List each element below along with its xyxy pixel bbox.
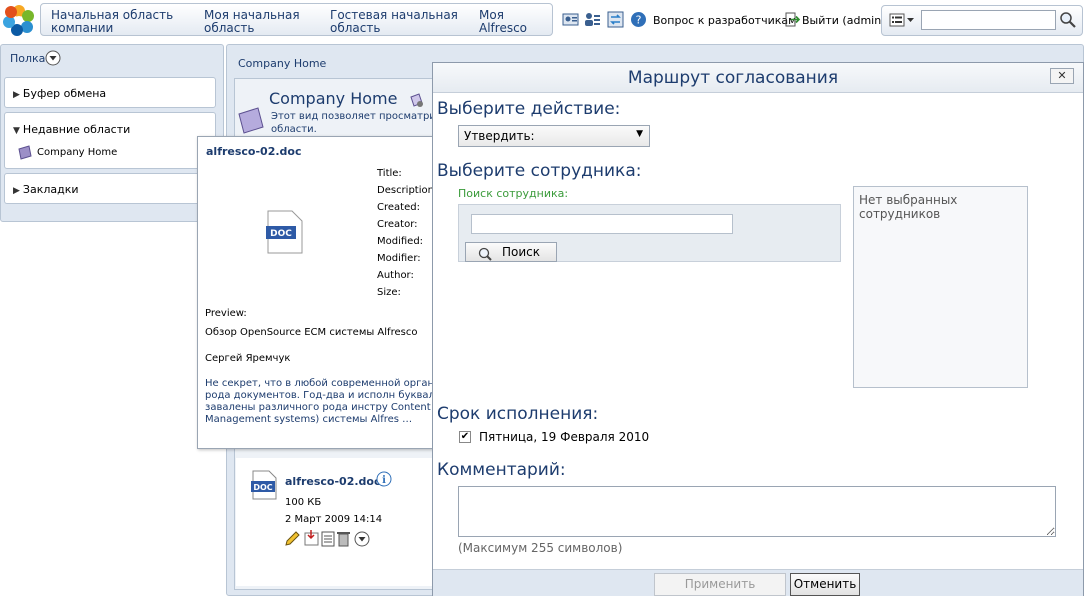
close-button[interactable]: ✕ <box>1050 68 1074 84</box>
logout-link[interactable]: Выйти (admin) <box>802 14 885 27</box>
employee-search-button-label: Поиск <box>502 245 541 259</box>
preview-title: Обзор OpenSource ECM системы Alfresco <box>205 327 418 338</box>
comment-heading: Комментарий: <box>437 460 566 480</box>
employee-search-button[interactable]: Поиск <box>465 242 557 262</box>
doc-file-icon[interactable]: DOC <box>249 470 279 500</box>
preview-label: Preview: <box>205 308 247 319</box>
space-description: Этот вид позволяет просматри области. <box>271 111 436 135</box>
document-preview-popup: alfresco-02.doc DOC Title: Description: … <box>197 136 437 449</box>
action-select[interactable]: Утвердить: ▼ <box>458 125 650 147</box>
due-date-value[interactable]: Пятница, 19 Февраля 2010 <box>479 430 649 444</box>
users-icon[interactable] <box>584 11 601 28</box>
help-icon[interactable]: ? <box>630 11 647 28</box>
alfresco-logo-icon[interactable] <box>2 3 36 37</box>
nav-guest-home[interactable]: Гостевая начальная область <box>330 9 470 35</box>
info-icon[interactable]: i <box>376 471 392 487</box>
checkout-icon[interactable] <box>304 530 319 546</box>
expand-triangle-icon[interactable]: ▶ <box>13 90 20 100</box>
delete-icon[interactable] <box>337 532 350 547</box>
chevron-down-icon[interactable] <box>45 50 61 66</box>
document-date: 2 Март 2009 14:14 <box>285 514 383 525</box>
recent-item-company-home[interactable]: Company Home <box>37 147 117 158</box>
user-profile-icon[interactable] <box>562 11 579 28</box>
dialog-title: Маршрут согласования <box>627 68 839 88</box>
properties-icon[interactable] <box>321 531 335 547</box>
employee-heading: Выберите сотрудника: <box>437 161 642 181</box>
employee-search-label: Поиск сотрудника: <box>458 187 569 200</box>
meta-author-label: Author: <box>377 270 414 281</box>
edit-icon[interactable] <box>285 531 300 546</box>
meta-created-label: Created: <box>377 202 420 213</box>
due-date-checkbox[interactable]: ✔ <box>459 431 471 443</box>
popup-filename: alfresco-02.doc <box>206 145 302 158</box>
action-heading: Выберите действие: <box>437 99 621 119</box>
page-title: Company Home <box>269 89 398 108</box>
shelf-title: Полка <box>10 52 46 65</box>
comment-hint: (Максимум 255 символов) <box>458 541 623 555</box>
due-date-heading: Срок исполнения: <box>437 404 599 424</box>
meta-description-label: Description: <box>377 185 437 196</box>
dropdown-arrow-icon: ▼ <box>636 129 643 139</box>
svg-text:DOC: DOC <box>270 229 292 239</box>
nav-my-home[interactable]: Моя начальная область <box>204 9 314 35</box>
logout-icon[interactable] <box>785 12 801 28</box>
help-link[interactable]: Вопрос к разработчикам <box>653 14 796 27</box>
shelf-recent-spaces[interactable]: ▼ Недавние области Company Home <box>4 112 216 169</box>
meta-creator-label: Creator: <box>377 219 418 230</box>
top-navigation: Начальная область компании Моя начальная… <box>40 3 553 36</box>
shelf-clipboard[interactable]: ▶ Буфер обмена <box>4 77 216 108</box>
space-large-icon <box>238 107 264 134</box>
document-size: 100 КБ <box>285 497 322 508</box>
doc-file-icon: DOC <box>266 210 303 254</box>
svg-text:DOC: DOC <box>253 483 272 492</box>
shelf-recent-label: Недавние области <box>22 123 131 136</box>
nav-company-home[interactable]: Начальная область компании <box>51 9 191 35</box>
cancel-button[interactable]: Отменить <box>790 573 860 596</box>
meta-title-label: Title: <box>377 168 402 179</box>
shelf-bookmarks-label: Закладки <box>22 183 79 196</box>
apply-button[interactable]: Применить <box>654 573 786 596</box>
collapse-triangle-icon[interactable]: ▼ <box>13 126 20 136</box>
document-actions <box>285 530 370 547</box>
preview-text: Не секрет, что в любой современной орган… <box>205 378 437 425</box>
meta-modifier-label: Modifier: <box>377 253 421 264</box>
shelf-clipboard-label: Буфер обмена <box>22 87 107 100</box>
selected-employees-list[interactable]: Нет выбранных сотрудников <box>853 186 1028 388</box>
sync-icon[interactable] <box>607 11 624 28</box>
more-actions-icon[interactable] <box>354 531 370 547</box>
preview-author: Сергей Яремчук <box>205 353 291 364</box>
expand-triangle-icon[interactable]: ▶ <box>13 186 20 196</box>
nav-my-alfresco[interactable]: Моя Alfresco <box>479 9 539 35</box>
breadcrumb[interactable]: Company Home <box>238 57 326 70</box>
meta-modified-label: Modified: <box>377 236 424 247</box>
global-search-input[interactable] <box>921 10 1056 30</box>
svg-text:i: i <box>382 475 386 486</box>
search-options-icon[interactable] <box>889 13 915 27</box>
action-select-value: Утвердить: <box>464 129 535 143</box>
employee-search-input[interactable] <box>471 214 733 234</box>
svg-text:?: ? <box>636 14 642 27</box>
search-icon[interactable] <box>1059 11 1077 29</box>
meta-size-label: Size: <box>377 287 401 298</box>
search-icon <box>478 247 492 261</box>
space-details-icon[interactable] <box>408 92 424 108</box>
document-link[interactable]: alfresco-02.doc <box>285 475 381 488</box>
space-icon <box>18 145 32 160</box>
comment-textarea[interactable] <box>458 486 1056 537</box>
shelf-bookmarks[interactable]: ▶ Закладки <box>4 173 216 204</box>
